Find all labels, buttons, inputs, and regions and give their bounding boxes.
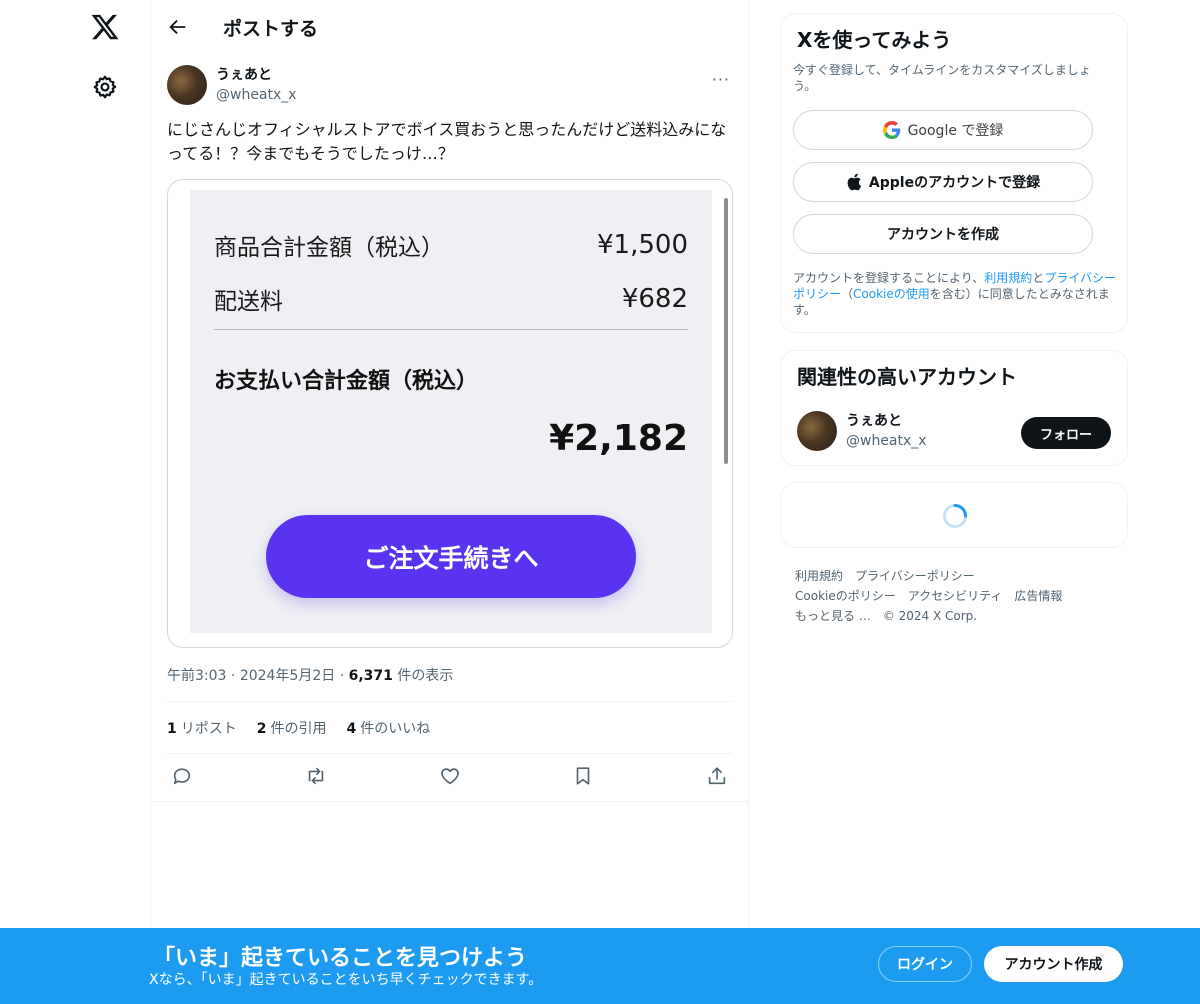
footer-accessibility-link[interactable]: アクセシビリティ [908,589,1003,603]
post-meta: 午前3:03 · 2024年5月2日 · 6,371 件の表示 [167,665,453,685]
author-handle[interactable]: @wheatx_x [216,85,297,105]
footer-copyright: © 2024 X Corp. [882,609,978,623]
create-account-banner-button[interactable]: アカウント作成 [984,946,1123,982]
google-signup-button[interactable]: Google で登録 [793,110,1093,150]
apple-logo-icon [847,173,862,191]
legal-text: アカウントを登録することにより、 [793,271,985,285]
footer-ads-link[interactable]: 広告情報 [1014,589,1062,603]
author-names: うぇあと @wheatx_x [216,65,297,105]
page-header: ポストする [151,0,748,54]
reposts-stat[interactable]: 1 リポスト [167,718,237,738]
settings-gear-icon[interactable] [92,74,118,100]
post-actions [167,765,732,787]
likes-label: 件のいいね [360,721,431,737]
subtotal-value: ¥1,500 [597,230,688,260]
signup-banner: 「いま」起きていることを見つけよう Xなら、「いま」起きていることをいち早くチェ… [0,928,1200,1004]
signup-subtitle: 今すぐ登録して、タイムラインをカスタマイズしましょう。 [793,63,1091,93]
views-count: 6,371 [348,668,393,684]
x-logo-icon[interactable] [90,12,120,42]
related-title: 関連性の高いアカウント [797,365,1017,389]
subtotal-label: 商品合計金額（税込） [214,235,444,261]
meta-separator: · [226,668,240,684]
footer-line: Cookieのポリシー アクセシビリティ 広告情報 [795,586,1115,606]
loading-spinner-icon [943,504,967,528]
bookmark-icon[interactable] [572,765,594,787]
related-account-row[interactable]: うぇあと @wheatx_x [797,411,927,451]
footer-more-link[interactable]: もっと見る … [795,609,871,623]
google-signup-label: Google で登録 [907,123,1004,139]
follow-button[interactable]: フォロー [1021,417,1111,449]
related-account-handle[interactable]: @wheatx_x [846,431,927,451]
shipping-value: ¥682 [621,284,688,314]
divider [167,753,732,754]
post-author[interactable]: うぇあと @wheatx_x [167,65,297,105]
quotes-label: 件の引用 [270,721,327,737]
post-time[interactable]: 午前3:03 [167,668,226,684]
signup-card: Xを使ってみよう 今すぐ登録して、タイムラインをカスタマイズしましょう。 Goo… [780,13,1128,333]
like-heart-icon[interactable] [439,765,461,787]
loading-card [780,482,1128,548]
page-title: ポストする [223,17,319,40]
create-account-button[interactable]: アカウントを作成 [793,214,1093,254]
reposts-count: 1 [167,721,177,737]
main-column: ポストする うぇあと @wheatx_x ··· にじさんじオフィシャルストアで… [150,0,749,1004]
avatar[interactable] [167,65,207,105]
media-scrollbar [724,198,728,464]
shipping-label: 配送料 [214,289,283,315]
apple-signup-button[interactable]: Appleのアカウントで登録 [793,162,1093,202]
footer-cookie-link[interactable]: Cookieのポリシー [795,589,896,603]
meta-separator: · [335,668,349,684]
signup-legal-text: アカウントを登録することにより、利用規約とプライバシーポリシー（Cookieの使… [793,270,1123,318]
likes-stat[interactable]: 4 件のいいね [347,718,431,738]
footer-line: 利用規約 プライバシーポリシー [795,566,1115,586]
terms-link[interactable]: 利用規約 [984,271,1032,285]
more-options-icon[interactable]: ··· [712,70,730,89]
post-text: にじさんじオフィシャルストアでボイス買おうと思ったんだけど送料込みになってる！？… [167,120,727,163]
legal-text: （ [841,287,854,301]
shipping-row: 配送料 ¥682 [214,282,688,316]
total-label: お支払い合計金額（税込） [214,369,479,394]
avatar[interactable] [797,411,837,451]
banner-subtitle: Xなら、「いま」起きていることをいち早くチェックできます。 [149,972,543,988]
post-media[interactable]: 商品合計金額（税込） ¥1,500 配送料 ¥682 お支払い合計金額（税込） … [167,179,733,648]
left-nav [0,0,150,1004]
reposts-label: リポスト [180,721,237,737]
related-account-names: うぇあと @wheatx_x [846,411,927,451]
quotes-count: 2 [256,721,267,737]
footer-privacy-link[interactable]: プライバシーポリシー [855,569,975,583]
legal-text: と [1032,271,1045,285]
login-button[interactable]: ログイン [878,946,972,982]
cookie-link[interactable]: Cookieの使用 [853,287,930,301]
total-value: ¥2,182 [549,418,688,459]
share-icon[interactable] [706,765,728,787]
post-stats: 1 リポスト 2 件の引用 4 件のいいね [167,718,430,738]
reply-icon[interactable] [171,765,193,787]
media-divider [214,329,688,330]
related-accounts-card: 関連性の高いアカウント うぇあと @wheatx_x フォロー [780,350,1128,466]
banner-title: 「いま」起きていることを見つけよう [153,946,528,971]
divider [151,801,748,802]
footer-line: もっと見る … © 2024 X Corp. [795,606,1115,626]
views-label: 件の表示 [392,668,454,684]
subtotal-row: 商品合計金額（税込） ¥1,500 [214,228,688,262]
order-button-image: ご注文手続きへ [266,515,636,598]
quotes-stat[interactable]: 2 件の引用 [257,718,327,738]
likes-count: 4 [346,721,357,737]
google-logo-icon [882,121,900,139]
related-account-name[interactable]: うぇあと [846,411,927,431]
repost-icon[interactable] [305,765,327,787]
signup-title: Xを使ってみよう [797,28,952,52]
sidebar-footer: 利用規約 プライバシーポリシー Cookieのポリシー アクセシビリティ 広告情報 も… [795,566,1115,626]
media-screenshot: 商品合計金額（税込） ¥1,500 配送料 ¥682 お支払い合計金額（税込） … [190,190,712,633]
post-date[interactable]: 2024年5月2日 [240,668,335,684]
author-name[interactable]: うぇあと [216,65,297,85]
divider [167,701,732,702]
apple-signup-label: Appleのアカウントで登録 [868,175,1041,191]
back-arrow-icon[interactable] [167,16,189,38]
footer-terms-link[interactable]: 利用規約 [795,569,843,583]
